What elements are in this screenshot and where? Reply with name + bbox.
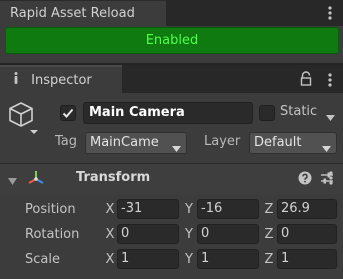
rotation-x-field[interactable]: 0 [117, 224, 179, 244]
layer-label: Layer [204, 134, 241, 149]
info-icon [9, 71, 23, 89]
chevron-down-icon [172, 141, 181, 152]
tag-dropdown[interactable]: MainCame [85, 132, 187, 154]
kebab-menu-icon[interactable] [326, 168, 336, 188]
static-label: Static [280, 104, 318, 119]
axis-x-label[interactable]: X [104, 252, 116, 267]
scale-y-field[interactable]: 1 [197, 249, 259, 269]
component-title: Transform [76, 170, 151, 185]
scale-x-field[interactable]: 1 [117, 249, 179, 269]
layer-dropdown[interactable]: Default [249, 132, 337, 154]
cube-icon[interactable] [8, 100, 38, 136]
transform-axes-icon [26, 168, 46, 188]
layer-value: Default [254, 135, 302, 150]
tag-value: MainCame [90, 135, 159, 150]
position-label: Position [25, 202, 76, 217]
axis-y-label[interactable]: Y [183, 202, 195, 217]
axis-y-label[interactable]: Y [183, 252, 195, 267]
foldout-arrow-icon[interactable] [8, 175, 17, 185]
axis-z-label[interactable]: Z [263, 227, 275, 242]
kebab-menu-icon[interactable] [324, 3, 336, 23]
position-x-field[interactable]: -31 [117, 199, 179, 219]
axis-z-label[interactable]: Z [263, 202, 275, 217]
tab-inspector[interactable]: Inspector [0, 65, 122, 94]
enabled-toggle-button[interactable]: Enabled [5, 27, 339, 54]
active-checkbox[interactable] [60, 105, 76, 121]
position-y-field[interactable]: -16 [197, 199, 259, 219]
rotation-z-field[interactable]: 0 [277, 224, 337, 244]
help-icon[interactable] [298, 171, 312, 185]
kebab-menu-icon[interactable] [324, 70, 336, 90]
lock-icon[interactable] [298, 70, 314, 88]
axis-z-label[interactable]: Z [263, 252, 275, 267]
tag-label: Tag [55, 134, 78, 149]
rotation-y-field[interactable]: 0 [197, 224, 259, 244]
transform-component-header[interactable] [0, 164, 343, 194]
chevron-down-icon[interactable] [326, 110, 335, 121]
object-name-field[interactable]: Main Camera [83, 102, 253, 124]
tab-label: Inspector [31, 72, 92, 88]
chevron-down-icon [322, 141, 331, 152]
position-z-field[interactable]: 26.9 [277, 199, 337, 219]
tab-label: Rapid Asset Reload [10, 6, 135, 21]
scale-label: Scale [25, 252, 60, 267]
scale-z-field[interactable]: 1 [277, 249, 337, 269]
tab-rapid-asset-reload[interactable]: Rapid Asset Reload [0, 0, 166, 27]
static-checkbox[interactable] [259, 105, 275, 121]
rotation-label: Rotation [25, 227, 80, 242]
axis-x-label[interactable]: X [104, 227, 116, 242]
axis-y-label[interactable]: Y [183, 227, 195, 242]
axis-x-label[interactable]: X [104, 202, 116, 217]
